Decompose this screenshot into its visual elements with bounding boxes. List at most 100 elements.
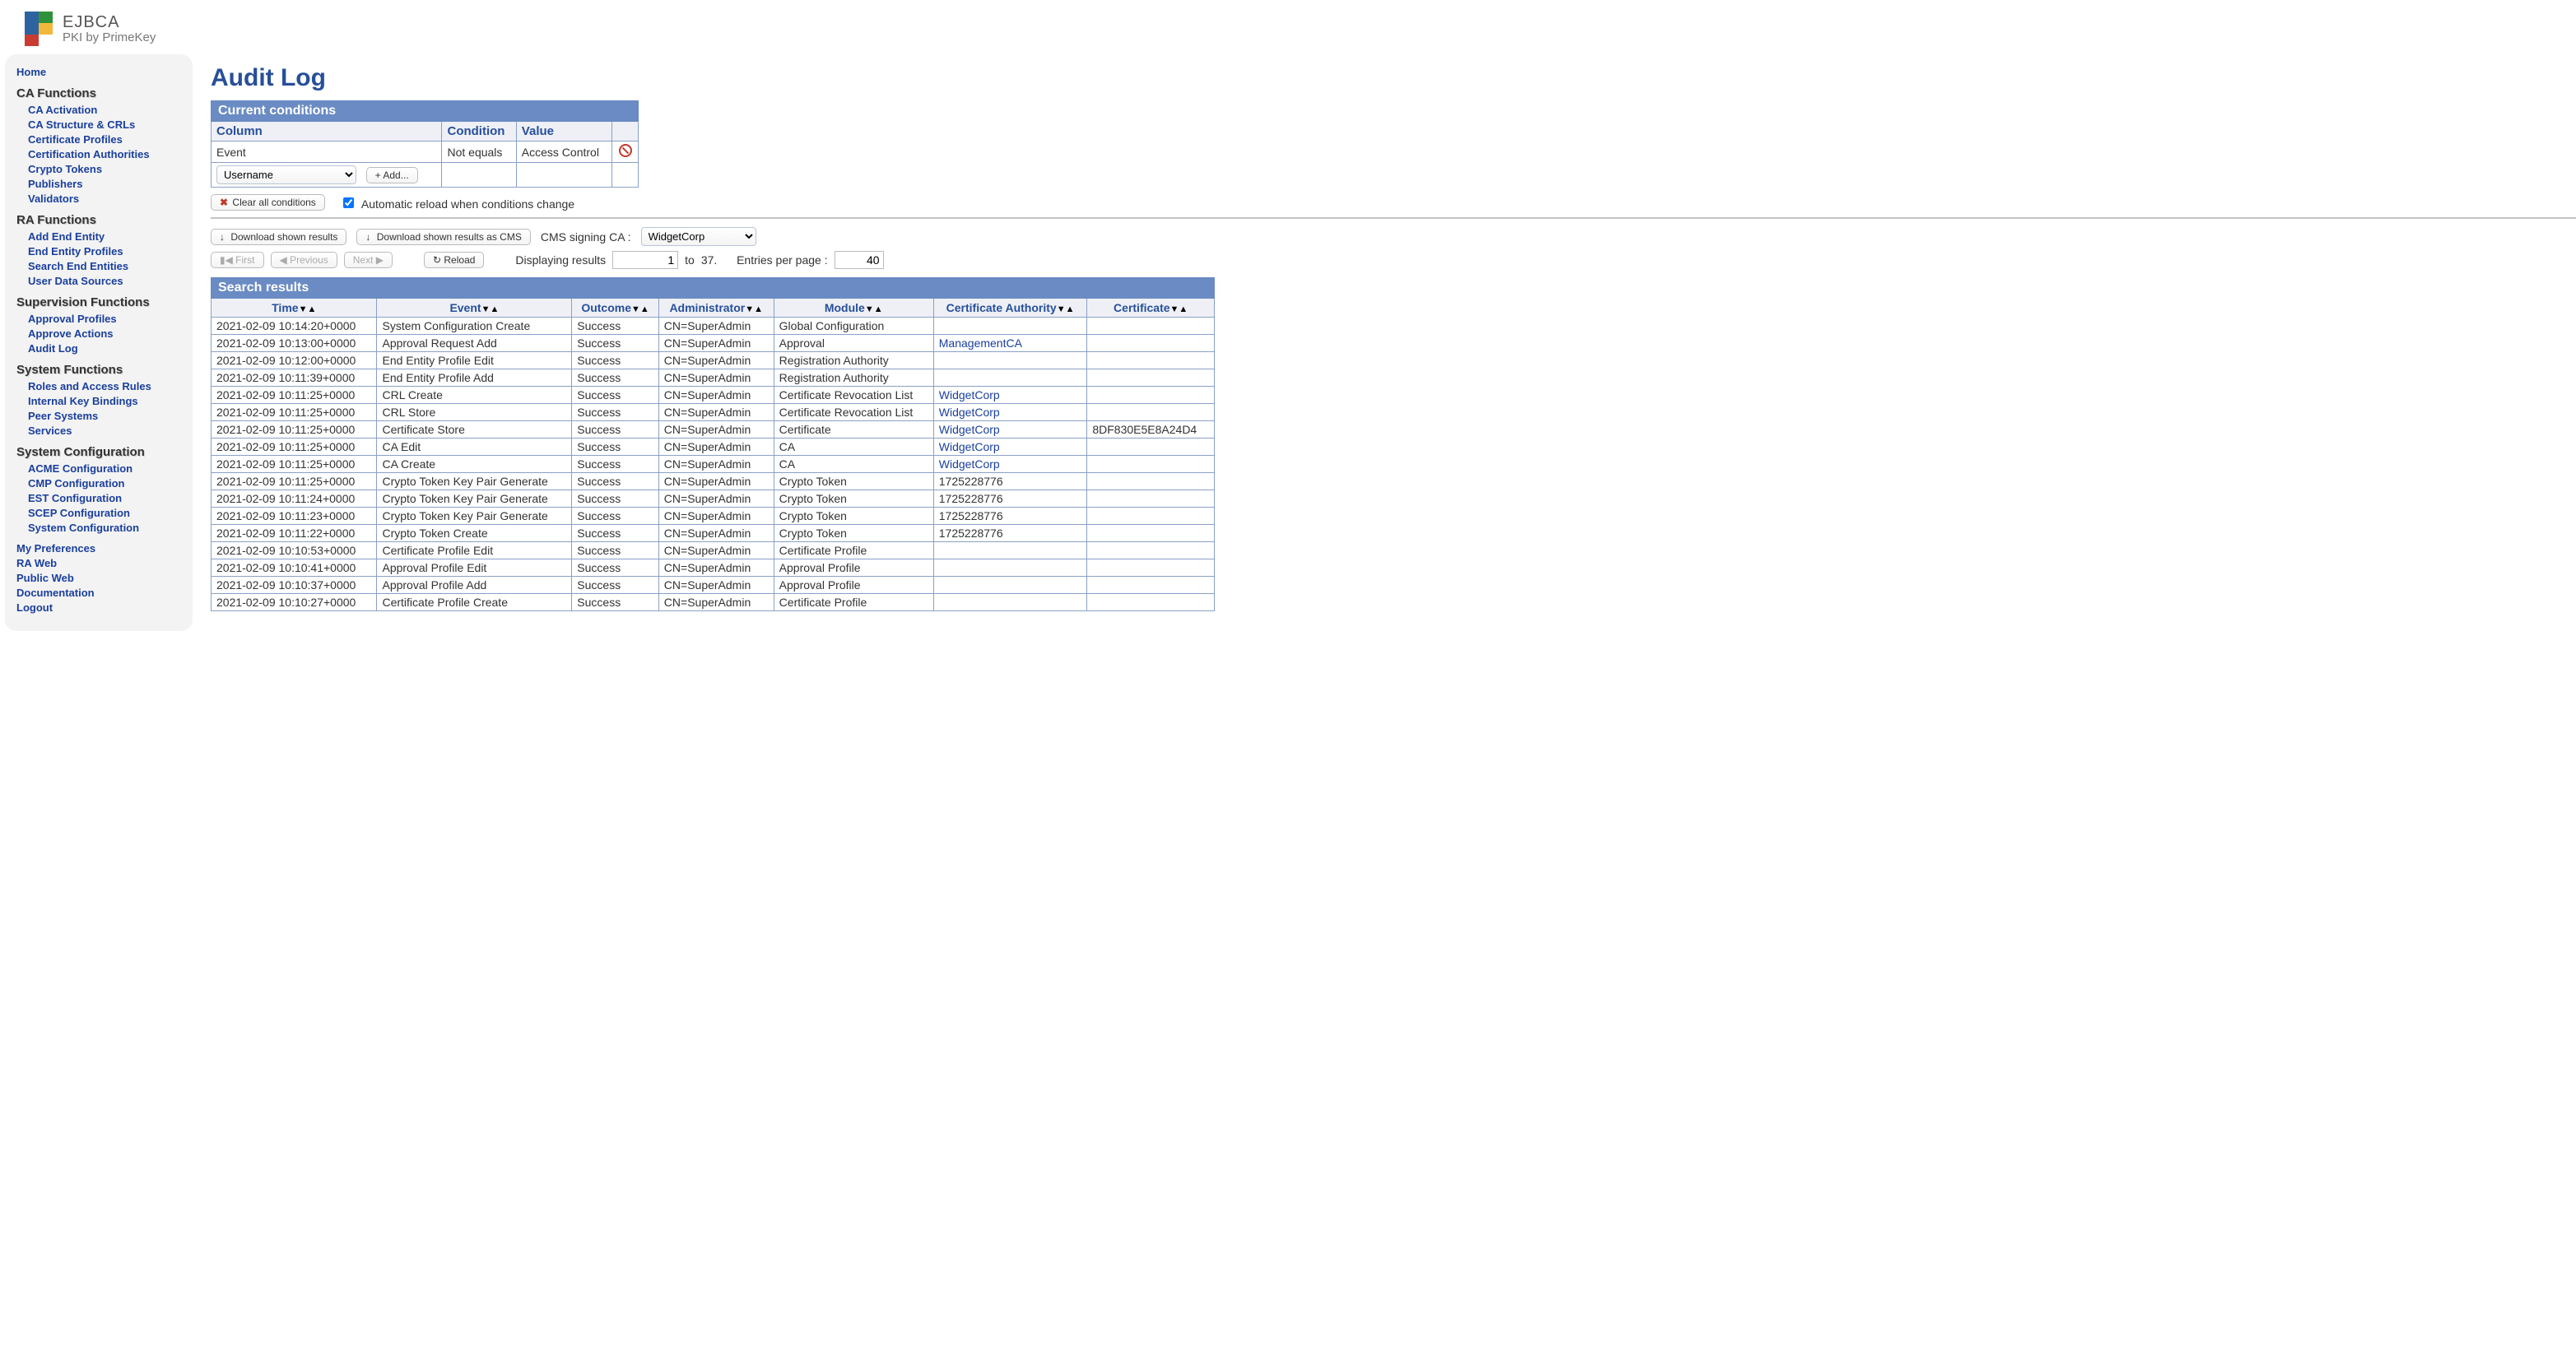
x-icon: ✖ [220, 197, 228, 208]
cell-admin: CN=SuperAdmin [658, 335, 774, 352]
nav-bottom-item[interactable]: My Preferences [16, 542, 95, 555]
cell-time: 2021-02-09 10:10:53+0000 [212, 542, 377, 559]
nav-home[interactable]: Home [16, 66, 46, 78]
nav-item[interactable]: Add End Entity [28, 230, 105, 243]
cell-event: Certificate Profile Edit [377, 542, 572, 559]
cell-time: 2021-02-09 10:14:20+0000 [212, 318, 377, 335]
clear-conditions-label: Clear all conditions [232, 197, 315, 208]
cell-cert [1087, 594, 1215, 611]
auto-reload-checkbox[interactable] [343, 197, 354, 208]
table-row: 2021-02-09 10:11:25+0000Certificate Stor… [212, 421, 1215, 439]
cell-ca [933, 577, 1087, 594]
add-condition-select[interactable]: Username [216, 165, 356, 184]
pager-previous-button[interactable]: ◀ Previous [271, 252, 337, 268]
conditions-title: Current conditions [212, 101, 639, 122]
cell-event: Certificate Store [377, 421, 572, 439]
nav-item[interactable]: User Data Sources [28, 275, 123, 287]
ca-link[interactable]: WidgetCorp [939, 457, 1000, 471]
ca-link[interactable]: WidgetCorp [939, 406, 1000, 419]
next-icon: ▶ [373, 254, 384, 266]
nav-item[interactable]: Validators [28, 193, 79, 205]
pager-next-button[interactable]: Next ▶ [344, 252, 393, 268]
sort-icon: ▼▲ [299, 304, 317, 314]
cell-admin: CN=SuperAdmin [658, 490, 774, 508]
nav-item[interactable]: Search End Entities [28, 260, 128, 272]
ca-link[interactable]: ManagementCA [939, 336, 1022, 350]
nav-bottom-item[interactable]: Logout [16, 601, 53, 614]
results-column-header[interactable]: Event▼▲ [377, 299, 572, 318]
remove-condition-icon[interactable] [619, 144, 632, 157]
download-cms-button[interactable]: ↓ Download shown results as CMS [356, 229, 530, 245]
nav-item[interactable]: EST Configuration [28, 492, 122, 504]
ca-link[interactable]: WidgetCorp [939, 423, 1000, 436]
cell-event: Approval Profile Add [377, 577, 572, 594]
download-button[interactable]: ↓ Download shown results [211, 229, 346, 245]
cell-module: CA [774, 456, 933, 473]
displaying-to: 37. [701, 253, 717, 267]
nav-item[interactable]: Certification Authorities [28, 148, 150, 160]
cell-module: Approval [774, 335, 933, 352]
cell-cert [1087, 387, 1215, 404]
ca-link[interactable]: WidgetCorp [939, 440, 1000, 453]
displaying-from-input[interactable] [612, 251, 678, 269]
nav-bottom-item[interactable]: RA Web [16, 557, 57, 569]
nav-item[interactable]: SCEP Configuration [28, 507, 130, 519]
nav-item[interactable]: ACME Configuration [28, 462, 133, 475]
pager-reload-button[interactable]: ↻ Reload [424, 252, 484, 268]
results-column-header[interactable]: Certificate Authority▼▲ [933, 299, 1087, 318]
table-row: 2021-02-09 10:11:24+0000Crypto Token Key… [212, 490, 1215, 508]
cell-ca: WidgetCorp [933, 456, 1087, 473]
results-column-header[interactable]: Certificate▼▲ [1087, 299, 1215, 318]
brand-name: EJBCA [63, 13, 156, 32]
nav-item[interactable]: End Entity Profiles [28, 245, 123, 258]
prev-icon: ◀ [280, 254, 291, 266]
cond-header-action [612, 122, 639, 142]
nav-item[interactable]: Roles and Access Rules [28, 380, 151, 392]
nav-item[interactable]: Publishers [28, 178, 82, 190]
nav-item[interactable]: CA Structure & CRLs [28, 118, 135, 131]
clear-conditions-button[interactable]: ✖ Clear all conditions [211, 194, 325, 211]
cell-admin: CN=SuperAdmin [658, 456, 774, 473]
cond-header-condition: Condition [442, 122, 516, 142]
nav-item[interactable]: Audit Log [28, 342, 78, 355]
cell-cert [1087, 404, 1215, 421]
sort-icon: ▼▲ [865, 304, 883, 314]
cell-module: Certificate [774, 421, 933, 439]
cms-signing-select[interactable]: WidgetCorp [641, 227, 756, 246]
nav-item[interactable]: Approval Profiles [28, 313, 117, 325]
cell-outcome: Success [572, 439, 659, 456]
nav-item[interactable]: Internal Key Bindings [28, 395, 138, 407]
results-column-header[interactable]: Administrator▼▲ [658, 299, 774, 318]
auto-reload-label[interactable]: Automatic reload when conditions change [340, 195, 574, 211]
cell-outcome: Success [572, 508, 659, 525]
nav-item[interactable]: CMP Configuration [28, 477, 124, 490]
results-title: Search results [212, 278, 1215, 299]
to-separator: to [685, 253, 695, 267]
nav-item[interactable]: Services [28, 425, 72, 437]
nav-item[interactable]: CA Activation [28, 104, 97, 116]
nav-item[interactable]: System Configuration [28, 522, 139, 534]
download-icon: ↓ [220, 231, 225, 243]
nav-item[interactable]: Crypto Tokens [28, 163, 102, 175]
results-column-header[interactable]: Module▼▲ [774, 299, 933, 318]
table-row: 2021-02-09 10:14:20+0000System Configura… [212, 318, 1215, 335]
epp-input[interactable] [835, 251, 884, 269]
pager-first-button[interactable]: ▮◀ First [211, 252, 264, 268]
nav-item[interactable]: Approve Actions [28, 327, 114, 340]
add-condition-button[interactable]: + Add... [366, 167, 418, 183]
ca-link[interactable]: WidgetCorp [939, 388, 1000, 401]
cell-time: 2021-02-09 10:11:25+0000 [212, 473, 377, 490]
cell-ca [933, 542, 1087, 559]
nav-bottom-item[interactable]: Documentation [16, 587, 95, 599]
nav-item[interactable]: Peer Systems [28, 410, 98, 422]
cell-outcome: Success [572, 335, 659, 352]
results-column-header[interactable]: Time▼▲ [212, 299, 377, 318]
cell-event: CRL Create [377, 387, 572, 404]
nav-section-title: RA Functions [16, 213, 181, 227]
cell-cert [1087, 473, 1215, 490]
cond-header-column: Column [212, 122, 442, 142]
nav-item[interactable]: Certificate Profiles [28, 133, 123, 146]
nav-bottom-item[interactable]: Public Web [16, 572, 74, 584]
results-column-header[interactable]: Outcome▼▲ [572, 299, 659, 318]
cell-cert: 8DF830E5E8A24D4 [1087, 421, 1215, 439]
